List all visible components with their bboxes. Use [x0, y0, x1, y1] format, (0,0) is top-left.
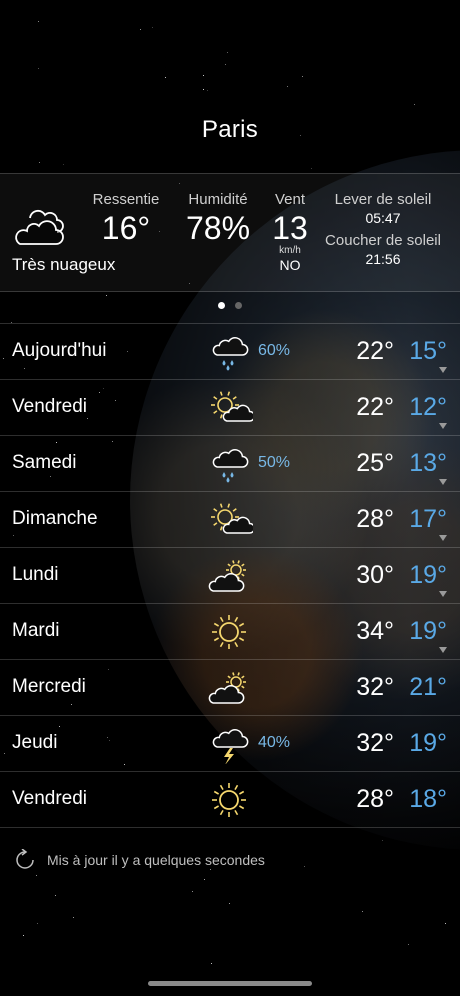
feels-like-label: Ressentie	[92, 191, 160, 208]
cloudy-icon	[15, 209, 64, 245]
forecast-day: Jeudi	[12, 732, 58, 753]
rain-cloud-icon	[212, 449, 249, 483]
page-dot[interactable]	[235, 302, 242, 309]
sun-cloud-icon	[211, 503, 253, 534]
forecast-day: Lundi	[12, 564, 59, 585]
sun-cloud-icon	[211, 391, 253, 422]
high-temp: 22°	[356, 393, 394, 421]
forecast-day: Vendredi	[12, 396, 88, 417]
high-temp: 28°	[356, 785, 394, 813]
cloud-sun-icon	[208, 560, 246, 592]
low-temp: 18°	[409, 785, 447, 813]
forecast-row[interactable]: Vendredi 22° 12°	[0, 379, 460, 435]
forecast-row[interactable]: Samedi 50% 25° 13°	[0, 435, 460, 491]
humidity-value: 78%	[185, 210, 251, 246]
forecast-row: Mercredi 32° 21°	[0, 659, 460, 715]
forecast-row[interactable]: Mardi 34° 19°	[0, 603, 460, 659]
wind-direction: NO	[279, 257, 301, 273]
expand-arrow-icon[interactable]	[439, 535, 447, 541]
low-temp: 17°	[409, 505, 447, 533]
wind-block: Vent 13 km/h NO	[266, 191, 314, 273]
city-title: Paris	[201, 116, 259, 143]
sun-times-block: Lever de soleil 05:47 Coucher de soleil …	[318, 191, 448, 273]
home-indicator[interactable]	[148, 981, 312, 986]
forecast-row: Jeudi 40% 32° 19°	[0, 715, 460, 771]
humidity-block: Humidité 78%	[180, 191, 256, 247]
forecast-list: Aujourd'hui 60% 22° 15° Vendredi 22° 12° Samedi…	[0, 323, 460, 828]
forecast-day: Vendredi	[12, 788, 88, 809]
low-temp: 19°	[409, 561, 447, 589]
rain-cloud-icon	[212, 337, 249, 371]
forecast-day: Samedi	[12, 452, 77, 473]
precip-chance: 40%	[258, 734, 291, 751]
page-indicator[interactable]	[0, 296, 460, 314]
sun-icon	[212, 615, 246, 649]
low-temp: 13°	[409, 449, 447, 477]
high-temp: 32°	[356, 729, 394, 757]
high-temp: 28°	[356, 505, 394, 533]
refresh-icon[interactable]	[14, 849, 36, 871]
expand-arrow-icon[interactable]	[439, 367, 447, 373]
sunrise-label: Lever de soleil	[334, 191, 432, 208]
feels-like-value: 16°	[101, 210, 151, 246]
forecast-row[interactable]: Aujourd'hui 60% 22° 15°	[0, 323, 460, 379]
low-temp: 19°	[409, 617, 447, 645]
forecast-day: Aujourd'hui	[12, 340, 107, 361]
sunset-time: 21:56	[365, 251, 401, 267]
sunrise-time: 05:47	[365, 210, 401, 226]
update-text: Mis à jour il y a quelques secondes	[47, 852, 265, 868]
page-dot-active[interactable]	[218, 302, 225, 309]
precip-chance: 50%	[258, 454, 291, 471]
forecast-row: Vendredi 28° 18°	[0, 771, 460, 828]
forecast-row[interactable]: Dimanche 28° 17°	[0, 491, 460, 547]
forecast-day: Mardi	[12, 620, 60, 641]
high-temp: 22°	[356, 337, 394, 365]
sunset-label: Coucher de soleil	[325, 232, 441, 249]
low-temp: 15°	[409, 337, 447, 365]
current-conditions-panel: Très nuageux Ressentie 16° Humidité 78% …	[0, 173, 460, 292]
expand-arrow-icon[interactable]	[439, 591, 447, 597]
expand-arrow-icon[interactable]	[439, 423, 447, 429]
expand-arrow-icon[interactable]	[439, 647, 447, 653]
high-temp: 30°	[356, 561, 394, 589]
low-temp: 21°	[409, 673, 447, 701]
wind-value: 13	[272, 210, 308, 246]
cloud-sun-icon	[208, 672, 246, 704]
high-temp: 34°	[356, 617, 394, 645]
humidity-label: Humidité	[188, 191, 248, 208]
current-condition-text: Très nuageux	[12, 255, 116, 274]
low-temp: 19°	[409, 729, 447, 757]
wind-label: Vent	[274, 191, 306, 208]
forecast-day: Mercredi	[12, 676, 86, 697]
thunderstorm-icon	[212, 729, 249, 764]
expand-arrow-icon[interactable]	[439, 479, 447, 485]
feels-like-block: Ressentie 16°	[88, 191, 164, 247]
precip-chance: 60%	[258, 342, 291, 359]
high-temp: 25°	[356, 449, 394, 477]
sun-icon	[212, 783, 246, 817]
forecast-row[interactable]: Lundi 30° 19°	[0, 547, 460, 603]
forecast-day: Dimanche	[12, 508, 98, 529]
low-temp: 12°	[409, 393, 447, 421]
high-temp: 32°	[356, 673, 394, 701]
